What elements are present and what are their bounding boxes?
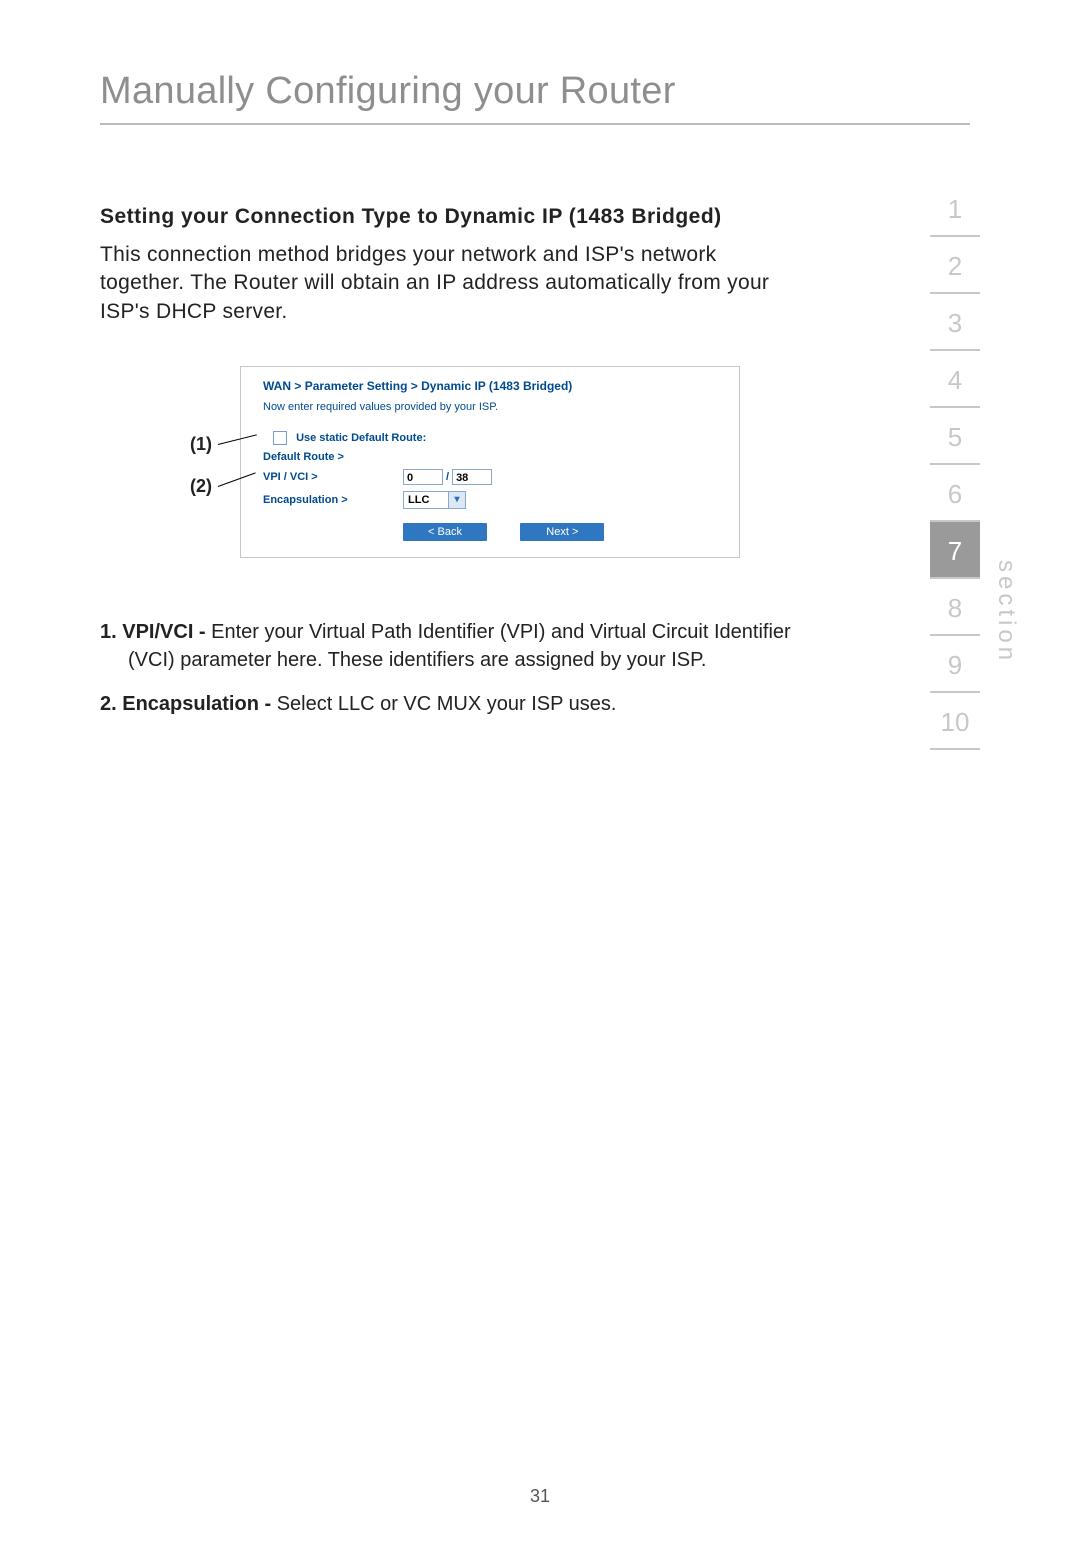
tab-2[interactable]: 2 [930, 237, 980, 294]
tab-9[interactable]: 9 [930, 636, 980, 693]
definition-1-text: Enter your Virtual Path Identifier (VPI)… [128, 621, 791, 671]
row-default-route: Default Route > [263, 451, 717, 463]
breadcrumb-a: WAN [263, 379, 291, 393]
section-heading: Setting your Connection Type to Dynamic … [100, 205, 970, 229]
config-panel-figure: (1) (2) WAN > Parameter Setting > Dynami… [200, 366, 970, 558]
section-paragraph: This connection method bridges your netw… [100, 241, 800, 326]
definition-2: 2. Encapsulation - Select LLC or VC MUX … [100, 690, 820, 718]
encapsulation-value: LLC [404, 492, 448, 508]
config-panel: WAN > Parameter Setting > Dynamic IP (14… [240, 366, 740, 558]
manual-page: Manually Configuring your Router Setting… [0, 0, 1080, 1542]
section-side-label: section [992, 560, 1020, 664]
back-button[interactable]: < Back [403, 523, 487, 541]
page-number: 31 [0, 1486, 1080, 1507]
vpi-vci-slash: / [446, 471, 449, 483]
definitions-list: 1. VPI/VCI - Enter your Virtual Path Ide… [100, 618, 820, 718]
vpi-input[interactable]: 0 [403, 469, 443, 485]
page-title: Manually Configuring your Router [100, 70, 970, 113]
breadcrumb: WAN > Parameter Setting > Dynamic IP (14… [263, 379, 717, 393]
encapsulation-label: Encapsulation > [263, 494, 403, 506]
row-vpi-vci: VPI / VCI > 0 / 38 [263, 469, 717, 485]
encapsulation-select[interactable]: LLC ▾ [403, 491, 466, 509]
definition-2-text: Select LLC or VC MUX your ISP uses. [277, 693, 617, 715]
chevron-down-icon: ▾ [448, 492, 465, 508]
panel-subnote: Now enter required values provided by yo… [263, 401, 717, 413]
breadcrumb-b: Parameter Setting [305, 379, 408, 393]
breadcrumb-sep-1: > [294, 379, 301, 393]
definition-2-label: 2. Encapsulation - [100, 693, 277, 715]
row-static-default-route: Use static Default Route: [263, 431, 717, 445]
tab-8[interactable]: 8 [930, 579, 980, 636]
row-encapsulation: Encapsulation > LLC ▾ [263, 491, 717, 509]
callout-2: (2) [190, 476, 212, 497]
panel-button-row: < Back Next > [263, 523, 717, 541]
next-button[interactable]: Next > [520, 523, 604, 541]
callout-1: (1) [190, 434, 212, 455]
tab-10[interactable]: 10 [930, 693, 980, 750]
definition-1: 1. VPI/VCI - Enter your Virtual Path Ide… [100, 618, 820, 674]
definition-1-label: 1. VPI/VCI - [100, 621, 211, 643]
breadcrumb-sep-2: > [411, 379, 418, 393]
tab-3[interactable]: 3 [930, 294, 980, 351]
default-route-label: Default Route > [263, 451, 403, 463]
vci-input[interactable]: 38 [452, 469, 492, 485]
title-rule [100, 123, 970, 125]
static-route-label: Use static Default Route: [296, 432, 426, 444]
vpi-vci-label: VPI / VCI > [263, 471, 403, 483]
static-route-checkbox[interactable] [273, 431, 287, 445]
breadcrumb-c: Dynamic IP (1483 Bridged) [421, 379, 572, 393]
tab-1[interactable]: 1 [930, 180, 980, 237]
